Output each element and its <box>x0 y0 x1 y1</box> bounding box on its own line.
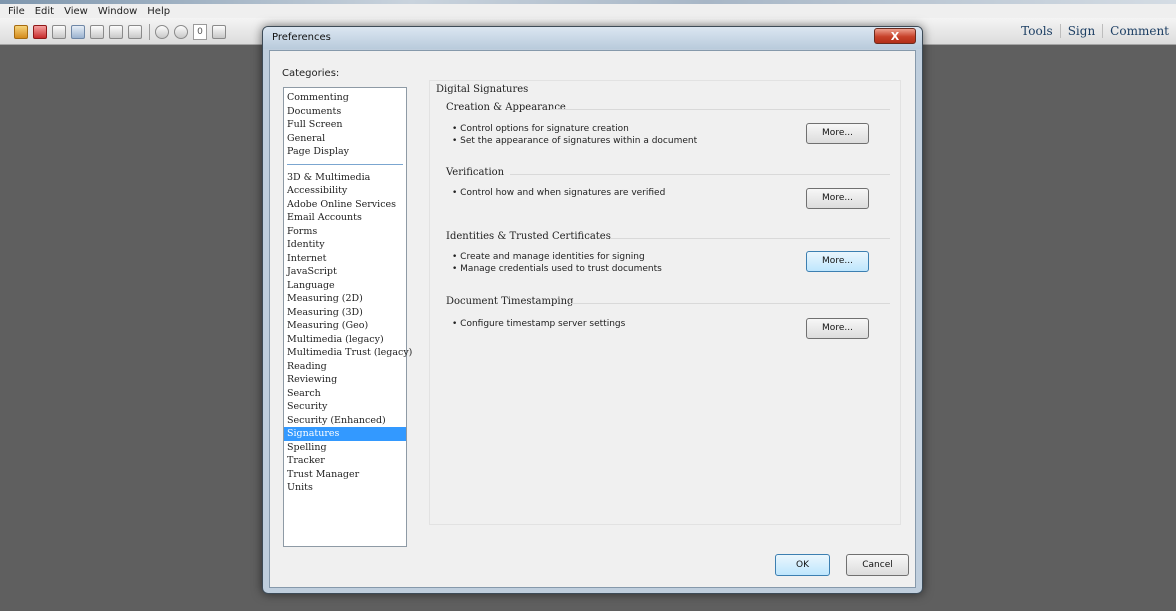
save-icon[interactable] <box>90 25 104 39</box>
comment-tab[interactable]: Comment <box>1102 24 1176 38</box>
category-item[interactable]: Email Accounts <box>284 211 406 225</box>
digital-signatures-panel: Digital Signatures Creation & Appearance… <box>429 80 901 525</box>
category-item[interactable]: Adobe Online Services <box>284 198 406 212</box>
categories-label: Categories: <box>282 68 340 79</box>
section-rule <box>610 238 890 239</box>
section-bullet: • Create and manage identities for signi… <box>452 252 645 262</box>
section-bullet: • Control how and when signatures are ve… <box>452 188 666 198</box>
preferences-dialog: Preferences X Categories: Commenting Doc… <box>262 26 923 594</box>
category-item[interactable]: Internet <box>284 252 406 266</box>
category-item[interactable]: Forms <box>284 225 406 239</box>
section-bullet: • Configure timestamp server settings <box>452 319 626 329</box>
previous-page-icon[interactable] <box>155 25 169 39</box>
category-item[interactable]: Multimedia (legacy) <box>284 333 406 347</box>
cancel-button[interactable]: Cancel <box>846 554 909 576</box>
menu-view[interactable]: View <box>64 6 88 17</box>
category-item[interactable]: Accessibility <box>284 184 406 198</box>
category-item[interactable]: Documents <box>284 105 406 119</box>
edit-document-icon[interactable] <box>52 25 66 39</box>
category-item[interactable]: Commenting <box>284 91 406 105</box>
category-item[interactable]: Measuring (Geo) <box>284 319 406 333</box>
category-item[interactable]: Trust Manager <box>284 468 406 482</box>
section-bullet: • Control options for signature creation <box>452 124 629 134</box>
category-item[interactable]: Measuring (3D) <box>284 306 406 320</box>
category-item[interactable]: Identity <box>284 238 406 252</box>
dialog-titlebar[interactable]: Preferences X <box>263 27 922 49</box>
email-icon[interactable] <box>128 25 142 39</box>
panel-title: Digital Signatures <box>436 84 529 95</box>
menu-window[interactable]: Window <box>98 6 137 17</box>
menu-edit[interactable]: Edit <box>35 6 54 17</box>
category-item[interactable]: Full Screen <box>284 118 406 132</box>
category-item[interactable]: Search <box>284 387 406 401</box>
category-item[interactable]: Reading <box>284 360 406 374</box>
category-item[interactable]: JavaScript <box>284 265 406 279</box>
timestamping-more-button[interactable]: More... <box>806 318 869 339</box>
combine-files-icon[interactable] <box>33 25 47 39</box>
category-item[interactable]: Security (Enhanced) <box>284 414 406 428</box>
section-rule <box>570 303 890 304</box>
category-item[interactable]: Multimedia Trust (legacy) <box>284 346 412 360</box>
close-button[interactable]: X <box>874 28 916 44</box>
page-count-icon <box>212 25 226 39</box>
category-item[interactable]: Measuring (2D) <box>284 292 406 306</box>
section-rule <box>510 174 890 175</box>
section-bullet: • Set the appearance of signatures withi… <box>452 136 698 146</box>
menu-help[interactable]: Help <box>147 6 170 17</box>
verification-more-button[interactable]: More... <box>806 188 869 209</box>
category-item[interactable]: Units <box>284 481 406 495</box>
print-icon[interactable] <box>109 25 123 39</box>
dialog-body: Categories: Commenting Documents Full Sc… <box>269 50 916 588</box>
sign-tab[interactable]: Sign <box>1059 24 1102 38</box>
category-divider <box>287 163 403 165</box>
section-bullet: • Manage credentials used to trust docum… <box>452 264 662 274</box>
menu-bar: File Edit View Window Help <box>0 4 1176 18</box>
tools-tab[interactable]: Tools <box>1014 24 1060 38</box>
section-heading-timestamping: Document Timestamping <box>446 296 574 307</box>
menu-file[interactable]: File <box>8 6 25 17</box>
section-heading-creation: Creation & Appearance <box>446 102 566 113</box>
section-rule <box>550 109 890 110</box>
toolbar-separator <box>149 24 150 40</box>
category-item[interactable]: Reviewing <box>284 373 406 387</box>
category-item[interactable]: General <box>284 132 406 146</box>
identities-more-button[interactable]: More... <box>806 251 869 272</box>
categories-list[interactable]: Commenting Documents Full Screen General… <box>283 87 412 547</box>
ok-button[interactable]: OK <box>775 554 830 576</box>
page-number-field[interactable]: 0 <box>193 24 207 40</box>
category-item[interactable]: Tracker <box>284 454 406 468</box>
right-nav: Tools Sign Comment <box>1014 18 1176 44</box>
category-item[interactable]: Language <box>284 279 406 293</box>
cloud-upload-icon[interactable] <box>71 25 85 39</box>
section-heading-identities: Identities & Trusted Certificates <box>446 231 611 242</box>
create-pdf-icon[interactable] <box>14 25 28 39</box>
creation-more-button[interactable]: More... <box>806 123 869 144</box>
next-page-icon[interactable] <box>174 25 188 39</box>
category-item[interactable]: 3D & Multimedia <box>284 171 406 185</box>
category-item[interactable]: Spelling <box>284 441 406 455</box>
category-item[interactable]: Page Display <box>284 145 406 159</box>
section-heading-verification: Verification <box>446 167 505 178</box>
category-item[interactable]: Security <box>284 400 406 414</box>
category-item-selected[interactable]: Signatures <box>284 427 406 441</box>
dialog-title: Preferences <box>272 32 331 43</box>
